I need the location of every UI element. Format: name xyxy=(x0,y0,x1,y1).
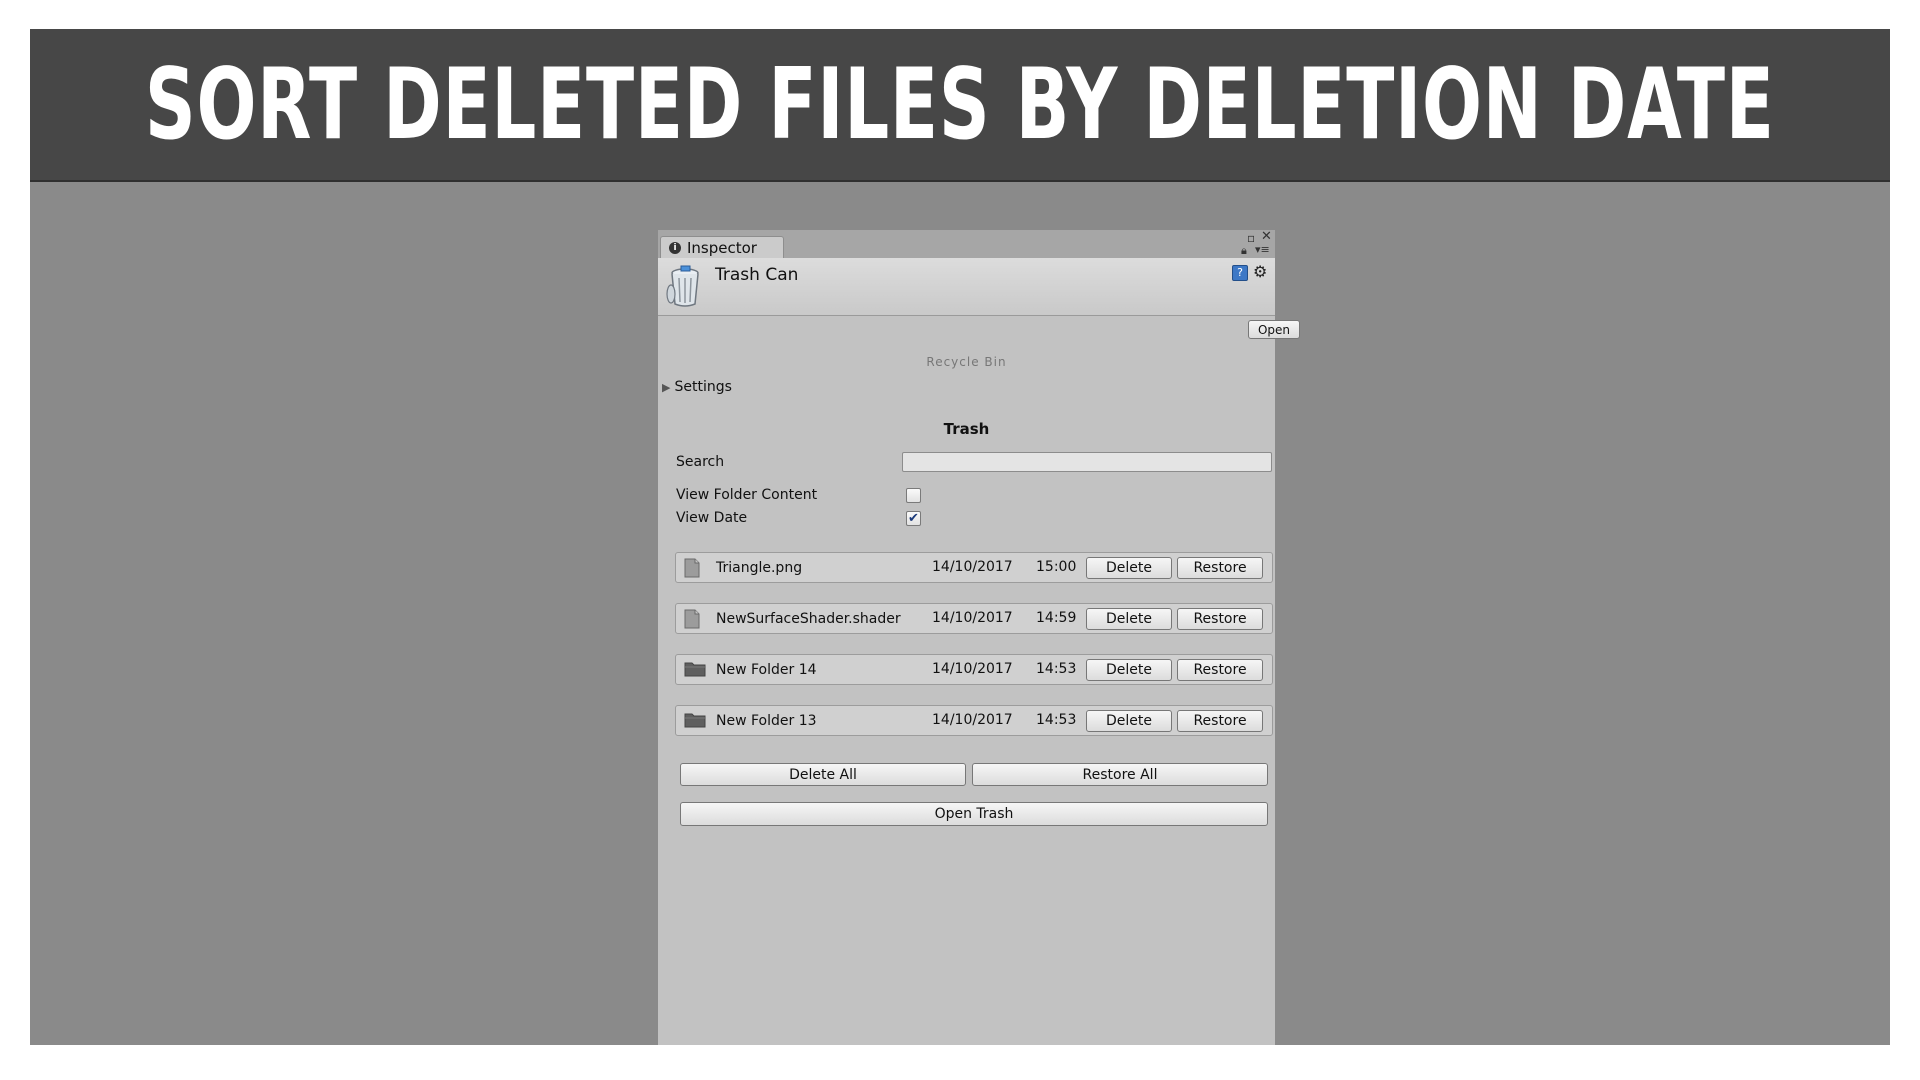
item-date: 14/10/2017 xyxy=(932,661,1013,677)
item-name: New Folder 14 xyxy=(716,662,817,678)
slide-frame: SORT DELETED FILES BY DELETION DATE i In… xyxy=(30,29,1890,1045)
folder-icon xyxy=(684,662,706,677)
search-input[interactable] xyxy=(902,452,1272,472)
maximize-icon[interactable]: ▫ xyxy=(1247,231,1255,245)
header-title: Trash Can xyxy=(715,265,799,285)
item-date: 14/10/2017 xyxy=(932,712,1013,728)
item-time: 14:53 xyxy=(1036,712,1077,728)
inspector-header: Trash Can ? ⚙︎ Open xyxy=(658,258,1300,339)
folder-icon xyxy=(684,713,706,728)
restore-all-button[interactable]: Restore All xyxy=(972,763,1268,786)
open-trash-button[interactable]: Open Trash xyxy=(680,802,1268,826)
delete-button[interactable]: Delete xyxy=(1086,557,1172,579)
search-label: Search xyxy=(676,454,725,470)
title-banner: SORT DELETED FILES BY DELETION DATE xyxy=(30,29,1890,182)
item-time: 15:00 xyxy=(1036,559,1077,575)
banner-title: SORT DELETED FILES BY DELETION DATE xyxy=(145,47,1775,162)
help-icon[interactable]: ? xyxy=(1232,265,1248,281)
file-icon xyxy=(684,609,700,629)
lock-icon[interactable]: 🔒︎ xyxy=(1241,244,1247,258)
tab-label: Inspector xyxy=(687,238,757,257)
item-time: 14:53 xyxy=(1036,661,1077,677)
delete-button[interactable]: Delete xyxy=(1086,710,1172,732)
trash-can-icon xyxy=(666,265,699,307)
item-name: Triangle.png xyxy=(716,560,803,576)
trash-item-row: New Folder 13 14/10/2017 14:53 Delete Re… xyxy=(675,705,1273,736)
view-date-label: View Date xyxy=(676,510,748,526)
delete-all-button[interactable]: Delete All xyxy=(680,763,966,786)
inspector-panel: i Inspector ▫ ✕ 🔒︎ ▾≡ Trash Can ? ⚙︎ Ope… xyxy=(658,229,1300,1045)
delete-button[interactable]: Delete xyxy=(1086,608,1172,630)
item-date: 14/10/2017 xyxy=(932,610,1013,626)
view-date-checkbox[interactable]: ✔ xyxy=(906,511,921,526)
settings-label: Settings xyxy=(674,379,732,395)
restore-button[interactable]: Restore xyxy=(1177,557,1263,579)
section-title: Trash xyxy=(943,420,990,438)
item-date: 14/10/2017 xyxy=(932,559,1013,575)
recycle-bin-subtitle: Recycle Bin xyxy=(926,355,1007,369)
view-folder-label: View Folder Content xyxy=(676,487,818,503)
tab-inspector[interactable]: i Inspector xyxy=(660,236,784,258)
trash-item-row: NewSurfaceShader.shader 14/10/2017 14:59… xyxy=(675,603,1273,634)
restore-button[interactable]: Restore xyxy=(1177,710,1263,732)
open-button[interactable]: Open xyxy=(1248,320,1300,339)
close-icon[interactable]: ✕ xyxy=(1261,229,1272,244)
item-name: NewSurfaceShader.shader xyxy=(716,611,901,627)
restore-button[interactable]: Restore xyxy=(1177,659,1263,681)
trash-item-row: New Folder 14 14/10/2017 14:53 Delete Re… xyxy=(675,654,1273,685)
item-name: New Folder 13 xyxy=(716,713,817,729)
view-folder-checkbox[interactable] xyxy=(906,488,921,503)
tab-menu-icon[interactable]: ▾≡ xyxy=(1255,243,1270,256)
info-icon: i xyxy=(669,241,681,254)
settings-foldout[interactable]: ▶ Settings xyxy=(662,379,732,395)
restore-button[interactable]: Restore xyxy=(1177,608,1263,630)
chevron-right-icon: ▶ xyxy=(662,381,671,394)
delete-button[interactable]: Delete xyxy=(1086,659,1172,681)
tab-bar: i Inspector ▫ ✕ 🔒︎ ▾≡ xyxy=(658,229,1275,258)
item-time: 14:59 xyxy=(1036,610,1077,626)
trash-item-row: Triangle.png 14/10/2017 15:00 Delete Res… xyxy=(675,552,1273,583)
file-icon xyxy=(684,558,700,578)
gear-icon[interactable]: ⚙︎ xyxy=(1253,262,1267,281)
